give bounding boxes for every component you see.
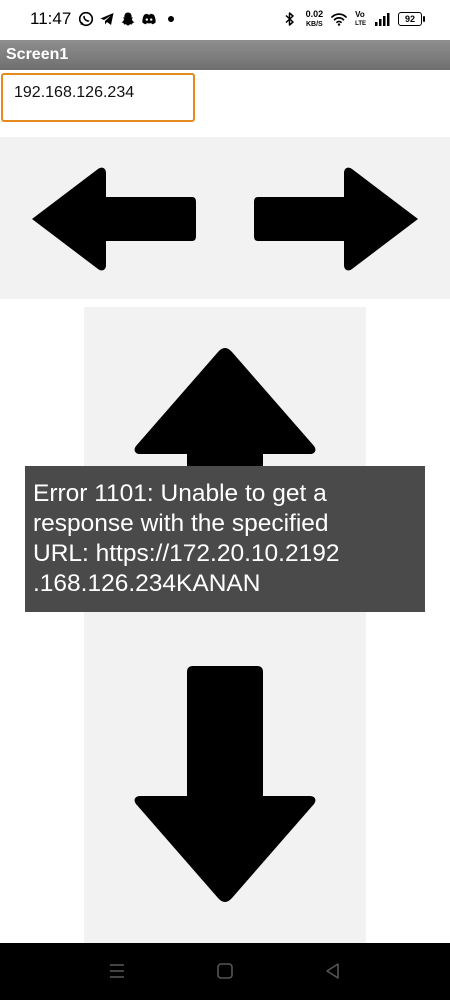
back-button[interactable] <box>321 959 345 983</box>
error-toast: Error 1101: Unable to get a response wit… <box>25 466 425 612</box>
toast-line: URL: https://172.20.10.2192 <box>33 540 340 567</box>
telegram-icon <box>99 11 115 27</box>
dot-icon <box>168 16 174 22</box>
up-down-panel <box>84 307 366 943</box>
network-speed: 0.02 KB/S <box>305 8 324 29</box>
volte-top: Vo <box>355 9 365 19</box>
whatsapp-icon <box>78 11 94 27</box>
left-arrow-button[interactable] <box>28 165 198 273</box>
battery-icon: 92 <box>398 12 425 26</box>
arrow-left-icon <box>32 167 196 271</box>
notification-icons <box>78 8 174 30</box>
menu-icon <box>110 964 124 978</box>
toast-line: response with the specified <box>33 510 329 537</box>
status-bar: 11:47 0.02 KB/S Vo LTE 92 <box>0 0 450 40</box>
battery-level: 92 <box>404 14 415 24</box>
recent-apps-button[interactable] <box>105 959 129 983</box>
ip-address-value: 192.168.126.234 <box>14 84 135 101</box>
navigation-bar <box>0 943 450 1000</box>
title-bar: Screen1 <box>0 40 450 70</box>
toast-line: Error 1101: Unable to get a <box>33 480 327 507</box>
network-speed-unit: KB/S <box>305 20 323 28</box>
back-icon <box>326 963 339 979</box>
toast-line: .168.126.234KANAN <box>33 570 261 597</box>
clock: 11:47 <box>30 9 72 28</box>
ip-address-input[interactable]: 192.168.126.234 <box>1 73 195 122</box>
discord-icon <box>141 11 157 27</box>
network-speed-value: 0.02 <box>305 8 324 19</box>
volte-bottom: LTE <box>355 20 366 27</box>
home-button[interactable] <box>213 959 237 983</box>
down-arrow-button[interactable] <box>132 664 318 906</box>
home-icon <box>217 963 233 979</box>
left-right-panel <box>0 137 450 299</box>
right-arrow-button[interactable] <box>252 165 422 273</box>
arrow-right-icon <box>254 167 418 271</box>
screen-title: Screen1 <box>6 46 69 63</box>
arrow-down-icon <box>134 666 316 902</box>
snapchat-icon <box>120 11 136 27</box>
wifi-icon <box>331 11 347 27</box>
volte-indicator: Vo LTE <box>355 9 366 28</box>
system-icons: 0.02 KB/S Vo LTE 92 <box>282 8 425 30</box>
bluetooth-icon <box>282 11 298 27</box>
signal-icon <box>374 11 390 27</box>
